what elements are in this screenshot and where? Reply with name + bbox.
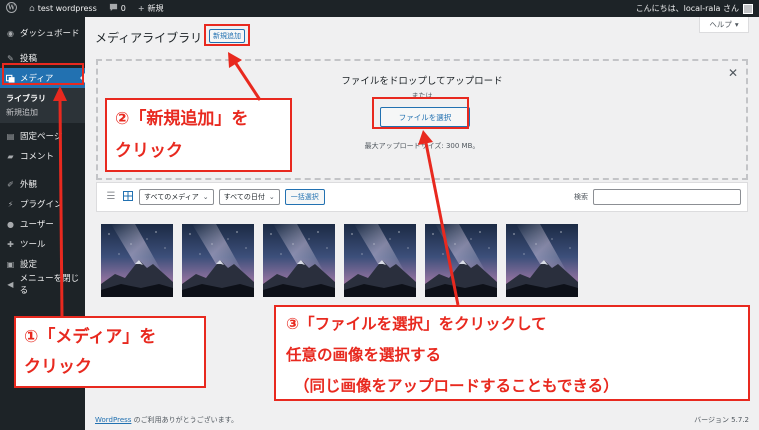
sidebar-item-appearance[interactable]: ✐ 外観 bbox=[0, 174, 85, 194]
sidebar-item-dashboard[interactable]: ◉ ダッシュボード bbox=[0, 23, 85, 43]
comments-link[interactable]: 0 bbox=[103, 0, 132, 17]
night-mountain-image bbox=[344, 224, 416, 297]
pin-icon: ✎ bbox=[7, 53, 14, 63]
media-submenu: ライブラリ 新規追加 bbox=[0, 88, 85, 123]
media-type-value: すべてのメディア bbox=[144, 193, 199, 201]
date-filter-value: すべての日付 bbox=[223, 193, 265, 201]
wordpress-logo-button[interactable]: W bbox=[0, 0, 23, 17]
sidebar-item-label: プラグイン bbox=[20, 200, 63, 210]
annotation-step3: ③「ファイルを選択」をクリックして 任意の画像を選択する （同じ画像をアップロー… bbox=[274, 305, 750, 401]
comment-count: 0 bbox=[120, 4, 126, 13]
comment-icon: ▰ bbox=[7, 151, 14, 161]
sidebar-item-pages[interactable]: ▤ 固定ページ bbox=[0, 126, 85, 146]
site-name-link[interactable]: ⌂ test wordpress bbox=[23, 0, 103, 17]
sidebar-item-label: コメント bbox=[20, 152, 55, 162]
collapse-icon: ◀ bbox=[7, 279, 14, 289]
page-icon: ▤ bbox=[6, 131, 15, 141]
new-label: 新規 bbox=[147, 4, 164, 13]
annotation-line: ①「メディア」を bbox=[24, 327, 157, 347]
comment-bubble-icon bbox=[109, 3, 118, 14]
annotation-step1: ①「メディア」を クリック bbox=[14, 316, 206, 388]
sidebar-item-settings[interactable]: ▣ 設定 bbox=[0, 254, 85, 274]
site-name: test wordpress bbox=[37, 4, 97, 13]
submenu-item-add-new[interactable]: 新規追加 bbox=[0, 105, 85, 119]
sidebar-item-label: 固定ページ bbox=[20, 132, 63, 142]
sidebar-item-tools[interactable]: ✚ ツール bbox=[0, 234, 85, 254]
brush-icon: ✐ bbox=[7, 179, 14, 189]
annotation-line: クリック bbox=[115, 141, 183, 161]
plus-icon: + bbox=[137, 4, 145, 13]
list-view-icon[interactable]: ☰ bbox=[105, 191, 117, 203]
sidebar-item-label: ダッシュボード bbox=[20, 29, 80, 39]
page-title: メディアライブラリ bbox=[95, 31, 203, 45]
wordpress-link[interactable]: WordPress bbox=[95, 416, 131, 424]
media-thumbnail[interactable] bbox=[506, 224, 578, 297]
search-label: 検索 bbox=[574, 193, 588, 201]
media-grid bbox=[101, 224, 578, 297]
sidebar-item-label: 設定 bbox=[20, 260, 38, 270]
night-mountain-image bbox=[101, 224, 173, 297]
submenu-item-library[interactable]: ライブラリ bbox=[0, 91, 85, 105]
annotation-line: ③「ファイルを選択」をクリックして bbox=[286, 315, 547, 333]
bulk-select-button[interactable]: 一括選択 bbox=[284, 189, 325, 205]
drop-title: ファイルをドロップしてアップロード bbox=[341, 76, 503, 87]
greeting: こんにちは、local-rala さん bbox=[635, 4, 739, 13]
media-toolbar: ☰ すべてのメディア ⌄ すべての日付 ⌄ 一括選択 検索 bbox=[96, 182, 748, 212]
svg-text:W: W bbox=[7, 5, 15, 12]
home-icon: ⌂ bbox=[29, 3, 35, 14]
sidebar-item-collapse[interactable]: ◀ メニューを閉じる bbox=[0, 274, 85, 296]
sidebar-item-label: メニューを閉じる bbox=[19, 274, 80, 296]
settings-icon: ▣ bbox=[6, 259, 15, 269]
highlight-select-files bbox=[372, 97, 469, 129]
annotation-line: 任意の画像を選択する bbox=[286, 346, 442, 364]
chevron-down-icon: ▾ bbox=[734, 20, 739, 29]
footer-thanks: WordPress のご利用ありがとうございます。 bbox=[95, 415, 238, 425]
media-thumbnail[interactable] bbox=[344, 224, 416, 297]
annotation-step2: ②「新規追加」を クリック bbox=[105, 98, 292, 172]
night-mountain-image bbox=[425, 224, 497, 297]
sidebar-item-users[interactable]: ● ユーザー bbox=[0, 214, 85, 234]
sidebar-item-label: ツール bbox=[20, 240, 46, 250]
night-mountain-image bbox=[263, 224, 335, 297]
media-type-filter[interactable]: すべてのメディア ⌄ bbox=[139, 189, 214, 205]
chevron-down-icon: ⌄ bbox=[202, 193, 209, 201]
media-thumbnail[interactable] bbox=[101, 224, 173, 297]
chevron-down-icon: ⌄ bbox=[268, 193, 275, 201]
annotation-line: ②「新規追加」を bbox=[115, 109, 249, 129]
media-thumbnail[interactable] bbox=[263, 224, 335, 297]
annotation-line: クリック bbox=[24, 357, 92, 377]
search-input[interactable] bbox=[593, 189, 741, 205]
sidebar-item-plugins[interactable]: ⚡ プラグイン bbox=[0, 194, 85, 214]
sidebar-item-label: ユーザー bbox=[20, 220, 54, 230]
wrench-icon: ✚ bbox=[7, 239, 14, 249]
date-filter[interactable]: すべての日付 ⌄ bbox=[218, 189, 280, 205]
grid-view-icon[interactable] bbox=[122, 191, 134, 203]
plugin-icon: ⚡ bbox=[7, 199, 14, 209]
help-label: ヘルプ bbox=[709, 20, 732, 29]
avatar bbox=[743, 3, 753, 14]
dashboard-icon: ◉ bbox=[7, 28, 14, 38]
media-thumbnail[interactable] bbox=[182, 224, 254, 297]
night-mountain-image bbox=[182, 224, 254, 297]
highlight-add-new bbox=[204, 24, 250, 46]
sidebar-item-comments[interactable]: ▰ コメント bbox=[0, 146, 85, 166]
night-mountain-image bbox=[506, 224, 578, 297]
annotation-line: （同じ画像をアップロードすることもできる） bbox=[294, 377, 619, 395]
admin-bar: W ⌂ test wordpress 0 + 新規 こんにちは、local-ra… bbox=[0, 0, 759, 17]
new-content-link[interactable]: + 新規 bbox=[132, 0, 170, 17]
help-tab-button[interactable]: ヘルプ ▾ bbox=[699, 17, 749, 33]
user-icon: ● bbox=[7, 219, 14, 229]
my-account-link[interactable]: こんにちは、local-rala さん bbox=[636, 3, 759, 14]
wordpress-logo-icon: W bbox=[6, 2, 17, 15]
highlight-media-menu bbox=[2, 63, 84, 85]
footer-text: のご利用ありがとうございます。 bbox=[131, 416, 238, 424]
media-thumbnail[interactable] bbox=[425, 224, 497, 297]
sidebar-item-label: 外観 bbox=[20, 180, 38, 190]
version-text: バージョン 5.7.2 bbox=[694, 416, 749, 424]
